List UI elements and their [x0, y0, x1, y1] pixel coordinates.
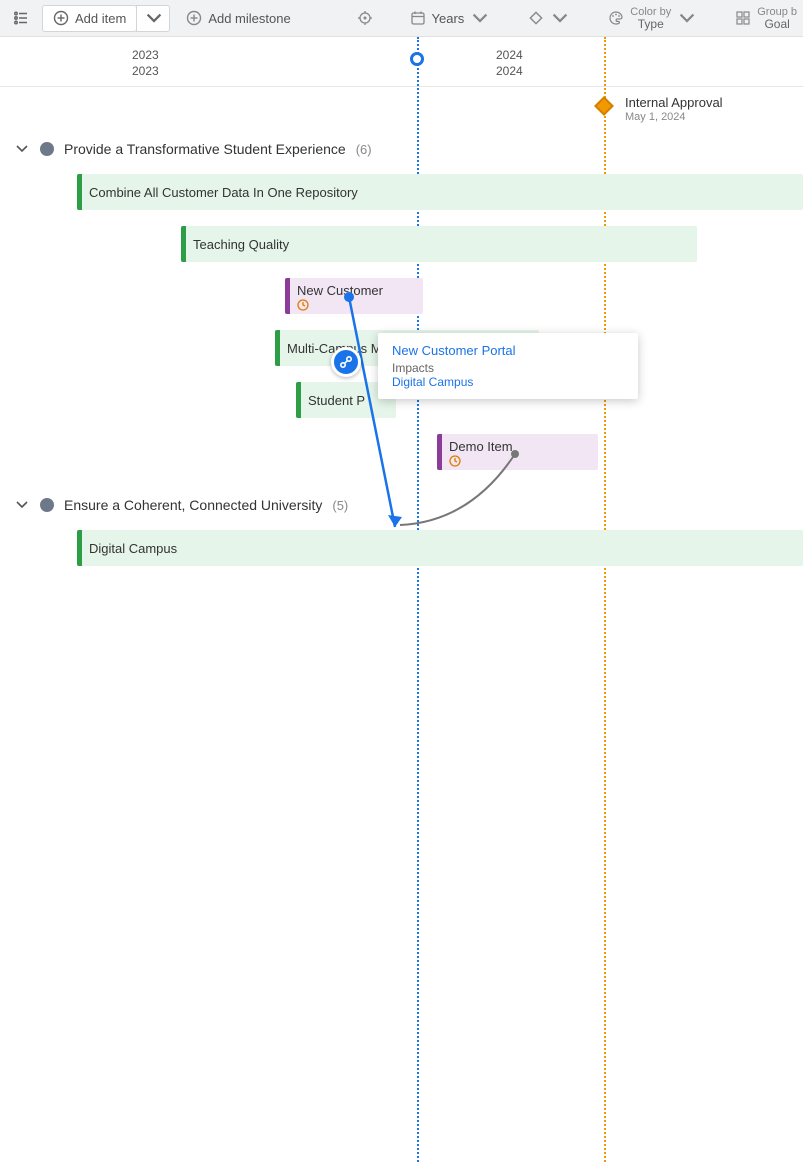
dependency-tooltip: New Customer Portal Impacts Digital Camp…	[378, 333, 638, 399]
clock-icon	[449, 455, 461, 467]
group-header[interactable]: Ensure a Coherent, Connected University …	[0, 483, 803, 527]
timeline-bar[interactable]: Digital Campus	[77, 530, 803, 566]
group-title: Ensure a Coherent, Connected University	[64, 497, 322, 513]
group-dot-icon	[40, 142, 54, 156]
color-by-labels: Color by Type	[630, 6, 671, 30]
bar-label: Demo Item	[449, 439, 513, 454]
timeline-bar[interactable]: Teaching Quality	[181, 226, 697, 262]
year-label-2023: 2023 2023	[132, 47, 159, 79]
group-title: Provide a Transformative Student Experie…	[64, 141, 346, 157]
milestone-label: Internal Approval May 1, 2024	[625, 95, 723, 125]
color-by-selector[interactable]: Color by Type	[598, 5, 705, 32]
bar-label: Student P	[308, 393, 365, 408]
timeline-bar[interactable]: New Customer	[285, 278, 423, 314]
scale-selector[interactable]: Years	[400, 5, 499, 32]
milestone-diamond-icon[interactable]	[594, 96, 614, 116]
group-count: (5)	[332, 498, 348, 513]
add-milestone-button[interactable]: Add milestone	[176, 5, 300, 32]
add-milestone-label: Add milestone	[208, 11, 290, 26]
add-item-group: Add item	[42, 5, 170, 32]
scale-label: Years	[432, 11, 465, 26]
plus-icon	[53, 10, 69, 26]
shape-selector[interactable]	[518, 5, 578, 32]
bar-label: New Customer	[297, 283, 383, 298]
target-icon[interactable]	[350, 5, 380, 32]
tooltip-target: Digital Campus	[392, 375, 624, 389]
add-item-dropdown[interactable]	[136, 5, 170, 32]
group-by-selector[interactable]: Group b Goal	[725, 5, 797, 32]
add-item-label: Add item	[75, 11, 126, 26]
bar-label: Combine All Customer Data In One Reposit…	[89, 185, 358, 200]
group-by-labels: Group b Goal	[757, 6, 797, 30]
chevron-down-icon[interactable]	[14, 497, 30, 513]
timeline-body: Provide a Transformative Student Experie…	[0, 127, 803, 571]
clock-icon	[297, 299, 309, 311]
add-item-button[interactable]: Add item	[42, 5, 137, 32]
bar-label: Digital Campus	[89, 541, 177, 556]
group-dot-icon	[40, 498, 54, 512]
year-label-2024: 2024 2024	[496, 47, 523, 79]
chevron-down-icon	[146, 10, 162, 26]
chevron-down-icon	[472, 10, 488, 26]
milestone-lane: Internal Approval May 1, 2024	[0, 87, 803, 127]
chevron-down-icon	[552, 10, 568, 26]
chevron-down-icon[interactable]	[14, 141, 30, 157]
calendar-icon	[410, 10, 426, 26]
group-count: (6)	[356, 142, 372, 157]
tooltip-title: New Customer Portal	[392, 343, 624, 358]
chevron-down-icon	[679, 10, 695, 26]
toolbar: Add item Add milestone Years Color by Ty…	[0, 0, 803, 37]
group-icon	[735, 10, 751, 26]
bar-label: Teaching Quality	[193, 237, 289, 252]
tooltip-impacts: Impacts	[392, 361, 624, 375]
list-view-icon[interactable]	[6, 5, 36, 32]
palette-icon	[608, 10, 624, 26]
today-marker-icon	[410, 52, 424, 66]
timeline-bar[interactable]: Combine All Customer Data In One Reposit…	[77, 174, 803, 210]
timeline-bar[interactable]: Demo Item	[437, 434, 598, 470]
link-handle[interactable]	[331, 347, 361, 377]
timeline-header: 2023 2023 2024 2024	[0, 37, 803, 87]
diamond-icon	[528, 10, 544, 26]
group-header[interactable]: Provide a Transformative Student Experie…	[0, 127, 803, 171]
plus-icon	[186, 10, 202, 26]
